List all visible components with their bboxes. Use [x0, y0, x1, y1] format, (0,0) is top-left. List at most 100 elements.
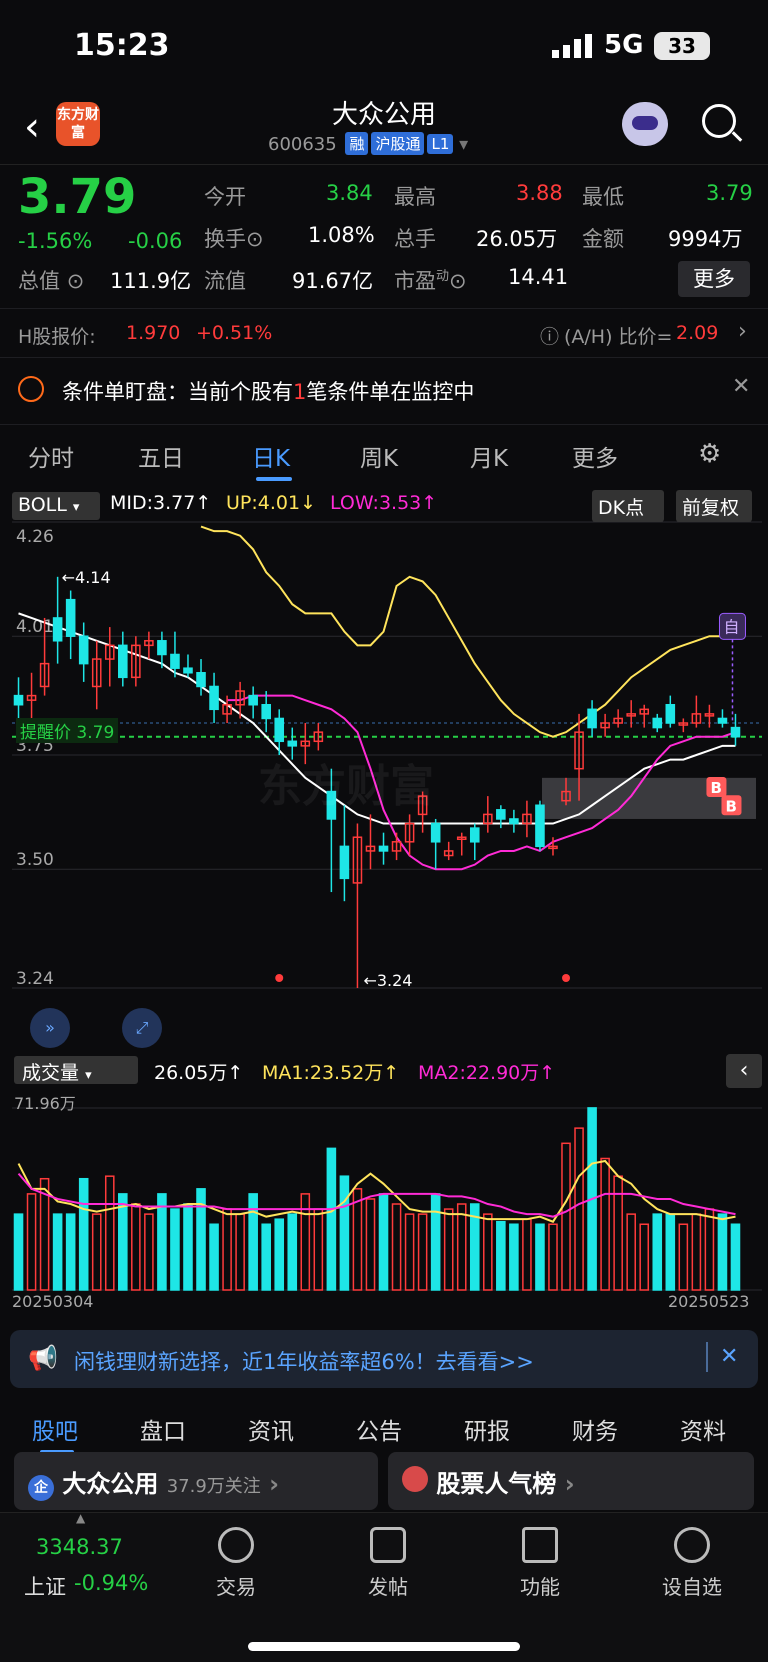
rank-icon [402, 1466, 428, 1492]
volume-label: 总手 [394, 227, 436, 251]
volume-max-label: 71.96万 [14, 1094, 76, 1113]
info-icon[interactable]: ⊙ [67, 269, 85, 293]
volume-bar [26, 1193, 37, 1291]
close-icon[interactable]: ✕ [732, 374, 750, 399]
tab-more[interactable]: 更多 [572, 439, 618, 473]
indicator-select[interactable]: BOLL ▾ [12, 492, 100, 520]
volume-bar [118, 1193, 128, 1291]
tab-orderbook[interactable]: 盘口 [140, 1412, 186, 1446]
nav-functions[interactable]: 功能 [490, 1527, 590, 1600]
adjust-button[interactable]: 前复权 [676, 490, 752, 522]
amount-label: 金额 [582, 227, 624, 251]
settings-icon[interactable]: ⚙ [698, 439, 721, 469]
buy-marker-label: B [710, 779, 721, 797]
expand-icon[interactable]: » [30, 1008, 70, 1048]
candle-body [469, 827, 480, 843]
popularity-card[interactable]: 股票人气榜 › [388, 1452, 754, 1510]
nav-trade[interactable]: 交易 [186, 1527, 286, 1600]
fullscreen-icon[interactable]: ⤢ [122, 1008, 162, 1048]
pe-label: 市盈 [394, 269, 436, 293]
tab-weekly-k[interactable]: 周K [360, 439, 398, 473]
candle-body [339, 845, 350, 880]
volume-bar [404, 1213, 415, 1291]
alarm-icon [18, 376, 44, 402]
volume-bar [65, 1213, 76, 1291]
index-value[interactable]: 3348.37 [36, 1535, 123, 1559]
kline-svg[interactable]: 4.264.013.753.503.24←4.14←3.24自BB [0, 488, 768, 1308]
volume-bar [483, 1213, 493, 1291]
banner-close-icon[interactable]: ✕ [720, 1344, 738, 1369]
change-value: -0.06 [128, 229, 183, 253]
collapse-icon[interactable]: ‹ [726, 1054, 762, 1088]
tab-profile[interactable]: 资料 [680, 1412, 726, 1446]
ah-value: 2.09 [676, 322, 719, 344]
volume-bar [535, 1223, 545, 1291]
volume-bar [417, 1213, 428, 1291]
tab-daily-k[interactable]: 日K [252, 439, 290, 473]
stock-code: 600635 [268, 134, 337, 155]
signal-dot [562, 974, 571, 982]
candle-body [717, 717, 728, 724]
candle-body [170, 653, 180, 669]
quote-panel: 3.79 -1.56% -0.06 总值 ⊙ 111.9亿 今开 3.84 最高… [0, 164, 768, 304]
tab-monthly-k[interactable]: 月K [470, 439, 508, 473]
nav-watchlist[interactable]: 设自选 [642, 1527, 742, 1600]
volume-bar [274, 1218, 285, 1291]
float-label: 流值 [204, 269, 246, 293]
ah-label: (A/H) 比价= [564, 326, 673, 348]
volume-bar [261, 1223, 271, 1291]
dk-point-button[interactable]: DK点 [592, 490, 664, 522]
volume-bar [600, 1157, 610, 1291]
volume-indicator-select[interactable]: 成交量 ▾ [14, 1056, 138, 1084]
candle-body [118, 644, 128, 679]
forum-card[interactable]: 企 大众公用 37.9万关注 › [14, 1452, 378, 1510]
tab-finance[interactable]: 财务 [572, 1412, 618, 1446]
tag-connect: 沪股通 [371, 132, 425, 155]
index-change[interactable]: -0.94% [74, 1571, 148, 1595]
condition-order-row[interactable]: 条件单盯盘：当前个股有1笔条件单在监控中 ✕ [0, 360, 768, 420]
vol-value: 26.05万↑ [154, 1062, 244, 1084]
self-marker-label: 自 [723, 617, 739, 636]
index-name[interactable]: 上证 [24, 1571, 66, 1601]
help-icon[interactable]: ⓘ [540, 322, 559, 349]
volume-bar [313, 1208, 324, 1291]
candle-body [587, 708, 597, 729]
h-share-row[interactable]: H股报价: 1.970 +0.51% ⓘ (A/H) 比价= 2.09 › [0, 308, 768, 358]
low-label: 最低 [582, 185, 624, 209]
h-share-label: H股报价: [18, 326, 96, 348]
kline-chart[interactable]: 4.26 4.01 3.75 3.50 3.24 ←4.14 ←3.24 自 B B BOLL ▾… [0, 488, 768, 1311]
vol-ma2: MA2:22.90万↑ [418, 1062, 556, 1084]
tab-intraday[interactable]: 分时 [28, 439, 74, 473]
volume-bar [78, 1177, 89, 1291]
signal-icon [552, 34, 592, 58]
tab-research[interactable]: 研报 [464, 1412, 510, 1446]
nav-post[interactable]: 发帖 [338, 1527, 438, 1600]
turnover-label: 换手 [204, 227, 246, 251]
start-date: 20250304 [12, 1292, 94, 1311]
tab-announcements[interactable]: 公告 [356, 1412, 402, 1446]
y-tick-label: 3.50 [16, 850, 54, 870]
alert-price-label: 提醒价 3.79 [16, 718, 119, 743]
assistant-robot-icon[interactable] [622, 102, 668, 146]
more-button[interactable]: 更多 [678, 261, 750, 297]
tab-news[interactable]: 资讯 [248, 1412, 294, 1446]
volume-bar [183, 1203, 193, 1291]
stock-code-row[interactable]: 600635 融沪股通 L1 ▾ [268, 132, 468, 155]
candle-body [665, 703, 676, 724]
period-tabs: 分时 五日 日K 周K 月K 更多 ⚙ [0, 424, 768, 488]
end-date: 20250523 [668, 1292, 750, 1311]
info-icon[interactable]: ⊙ [449, 269, 467, 293]
candle-body [248, 694, 258, 706]
tab-five-day[interactable]: 五日 [138, 439, 184, 473]
promo-banner[interactable]: 📢 闲钱理财新选择，近1年收益率超6%！去看看>> ✕ [10, 1330, 758, 1388]
indicator-name: BOLL [18, 494, 67, 516]
high-marker: ←4.14 [62, 568, 111, 587]
tab-forum[interactable]: 股吧 [32, 1412, 78, 1446]
y-tick-label: 3.24 [16, 969, 54, 989]
info-icon[interactable]: ⊙ [246, 227, 264, 251]
forum-card-followers: 37.9万关注 [166, 1476, 261, 1497]
nav-trade-label: 交易 [216, 1575, 256, 1599]
last-price: 3.79 [18, 169, 137, 225]
search-icon[interactable] [702, 104, 736, 138]
stock-header: ‹ 东方财富 大众公用 600635 融沪股通 L1 ▾ [0, 92, 768, 164]
